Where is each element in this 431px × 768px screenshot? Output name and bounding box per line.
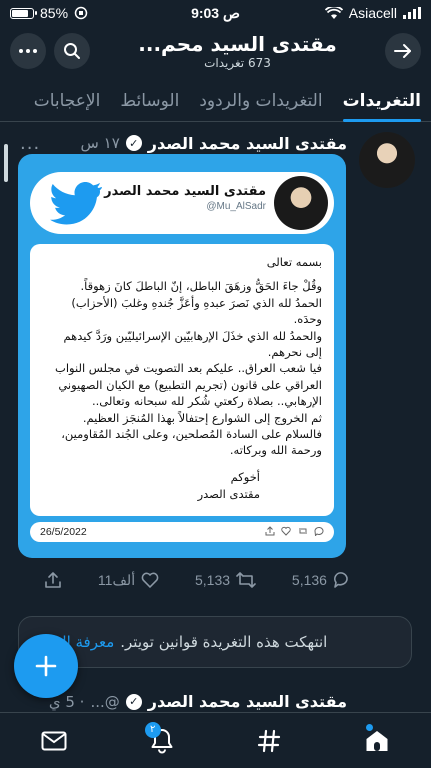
image-date: 26/5/2022 [40, 526, 87, 538]
image-handle: @Mu_AlSadr [206, 201, 266, 212]
wifi-icon [324, 6, 343, 19]
heart-icon [281, 526, 291, 536]
next-tweet-header: مقتدى السيد محمد الصدر ✓ @... · 5 ي [30, 692, 347, 711]
nav-messages[interactable] [29, 716, 79, 766]
image-text-line: وقُلْ جاءَ الحَقُّ وزهَقَ الباطل، إنّ ال… [80, 279, 322, 294]
image-signoff: أخوكم مقتدى الصدر [42, 469, 322, 503]
status-right: Asiacell [324, 5, 421, 21]
image-action-icons [265, 525, 325, 539]
battery-icon [10, 7, 37, 19]
image-text-line: بسمه تعالى [266, 255, 322, 269]
search-icon [64, 43, 80, 59]
share-icon [45, 572, 61, 588]
retweet-count: 5,133 [194, 572, 231, 588]
notice-text: انتهكت هذه التغريدة قوانين تويتر. [120, 633, 328, 651]
image-footer: 26/5/2022 [30, 522, 334, 542]
avatar[interactable] [359, 132, 415, 188]
next-tweet[interactable]: مقتدى السيد محمد الصدر ✓ @... · 5 ي [0, 690, 431, 714]
tweet-header: مقتدى السيد محمد الصدر ✓ ١٧ س ... [20, 130, 347, 156]
image-text-line: الإرهابي.. بصلاة ركعتي شُكر لله سبحانه و… [91, 394, 322, 409]
next-tweet-author-name[interactable]: مقتدى السيد محمد الصدر [148, 692, 347, 711]
image-signoff-line: أخوكم [230, 469, 260, 484]
carrier-name: Asiacell [348, 5, 397, 21]
bottom-nav: ٢ [0, 712, 431, 768]
nav-home[interactable] [352, 716, 402, 766]
status-left: 85% [10, 5, 88, 21]
more-horizontal-icon [19, 49, 37, 53]
tab-media[interactable]: الوسائط [110, 80, 189, 122]
profile-tabs: التغريدات التغريدات والردود الوسائط الإع… [0, 80, 431, 122]
image-header: مقتدى السيد محمد الصدر ✓ @Mu_AlSadr [30, 172, 334, 234]
tweet-author-name[interactable]: مقتدى السيد محمد الصدر [148, 134, 347, 153]
image-name-block: مقتدى السيد محمد الصدر ✓ @Mu_AlSadr [88, 184, 266, 212]
more-options-button[interactable] [10, 33, 46, 69]
status-bar: 85% 9:03 ص Asiacell [0, 0, 431, 26]
image-text-line: العراقي على قانون (تجريم التطبيع) مع الك… [58, 377, 322, 392]
image-signoff-line: مقتدى الصدر [197, 486, 260, 501]
image-text-line: ثم الخروج إلى الشوارع إحتفالاً بهذا المُ… [82, 410, 322, 425]
image-text-line: ورحمة الله وبركاته. [229, 443, 322, 458]
reply-icon [314, 526, 324, 537]
image-text-line: إلى نحرهم. [267, 345, 322, 360]
tweet-more-button[interactable]: ... [20, 133, 40, 154]
arrow-right-icon [394, 44, 411, 58]
verified-badge-icon: ✓ [125, 135, 142, 151]
image-author-name: مقتدى السيد محمد الصدر [104, 184, 266, 199]
reply-button[interactable]: 5,136 [292, 571, 351, 589]
like-count: 11ألف [97, 571, 136, 588]
orientation-lock-icon [74, 6, 88, 20]
notifications-badge: ٢ [144, 721, 161, 738]
reply-count: 5,136 [291, 572, 327, 588]
image-text-line: الحمدُ لله الذي نَصرَ عبدهِ وأعَزَّ جُند… [71, 295, 322, 327]
image-avatar [274, 176, 328, 230]
scroll-indicator [4, 144, 8, 182]
profile-header: مقتدى السيد محم... 673 تغريدات [0, 26, 431, 76]
image-text-line: والحمدُ لله الذي خذَلَ الإرهابيّين الإسر… [63, 328, 322, 343]
page-title: مقتدى السيد محم... [138, 32, 337, 56]
image-text-line: فيا شعب العراق.. عليكم بعد التصويت في مج… [55, 361, 322, 376]
tweet-image[interactable]: مقتدى السيد محمد الصدر ✓ @Mu_AlSadr بسمه… [18, 154, 346, 558]
share-icon [265, 525, 274, 535]
plus-icon [35, 655, 57, 677]
share-button[interactable] [44, 571, 62, 589]
hashtag-icon [258, 729, 281, 752]
next-tweet-handle: @... [90, 692, 120, 711]
nav-explore[interactable] [244, 716, 294, 766]
tab-tweets-replies[interactable]: التغريدات والردود [189, 80, 332, 122]
reply-icon [333, 572, 348, 588]
tweet-actions: 11ألف 5,133 5,136 [44, 568, 351, 592]
tab-tweets[interactable]: التغريدات [333, 80, 431, 122]
retweet-icon [299, 527, 306, 534]
battery-percent: 85% [40, 5, 69, 21]
header-title-block: مقتدى السيد محم... 673 تغريدات [90, 32, 385, 70]
image-text-body: بسمه تعالى وقُلْ جاءَ الحَقُّ وزهَقَ الب… [30, 244, 334, 516]
tweet[interactable]: مقتدى السيد محمد الصدر ✓ ١٧ س ... مقتدى … [0, 124, 431, 594]
tab-likes[interactable]: الإعجابات [24, 80, 111, 122]
home-new-dot [366, 723, 374, 731]
status-time: 9:03 ص [191, 4, 240, 21]
retweet-icon [236, 572, 256, 588]
signal-icon [403, 7, 421, 19]
tweet-time: ١٧ س [80, 134, 120, 152]
twitter-bird-icon [50, 181, 103, 225]
compose-tweet-button[interactable] [14, 634, 78, 698]
back-button[interactable] [385, 33, 421, 69]
like-button[interactable]: 11ألف [98, 571, 159, 589]
verified-badge-icon: ✓ [125, 693, 142, 710]
search-button[interactable] [54, 33, 90, 69]
home-icon [366, 730, 388, 751]
heart-icon [141, 572, 159, 588]
mail-icon [41, 731, 67, 750]
nav-notifications[interactable]: ٢ [137, 716, 187, 766]
tweet-count: 673 تغريدات [204, 56, 271, 70]
image-author-name-row: مقتدى السيد محمد الصدر ✓ [88, 184, 266, 199]
retweet-button[interactable]: 5,133 [195, 571, 256, 589]
image-text-line: فالسلام على السادة المُصلحين، وعلى الجُن… [61, 427, 322, 442]
